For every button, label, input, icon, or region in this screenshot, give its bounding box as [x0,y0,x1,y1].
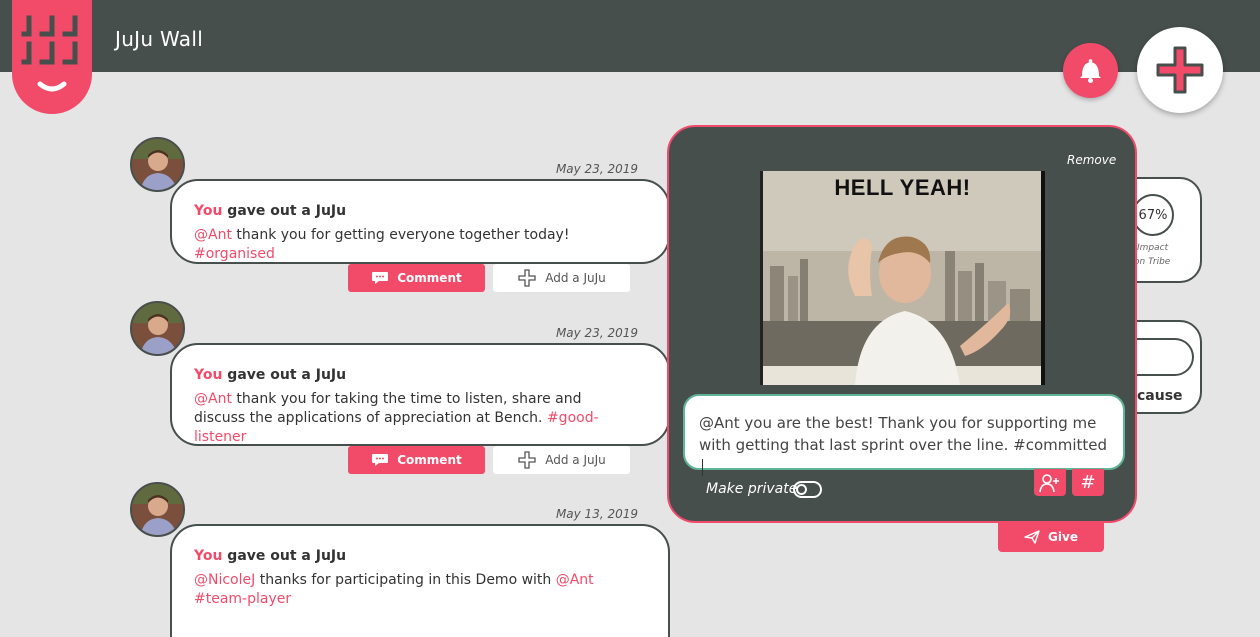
post-date: May 23, 2019 [555,162,638,176]
add-user-icon [1039,473,1059,492]
plus-icon [1156,46,1204,94]
message-input[interactable]: @Ant you are the best! Thank you for sup… [683,394,1125,476]
tribe-label: on Tribe [1134,257,1171,267]
hashtag-link[interactable]: #organised [194,246,275,262]
impact-label: Impact [1137,243,1169,253]
card-message: @Ant thank you for taking the time to li… [194,390,628,447]
feed-card: You gave out a JuJu @NicoleJ thanks for … [170,524,670,637]
impact-percent: 67% [1132,194,1174,236]
gif-scene [760,171,1045,385]
add-user-button[interactable] [1034,469,1066,496]
card-message: @NicoleJ thanks for participating in thi… [194,571,628,609]
gif-caption: HELL YEAH! [834,175,971,200]
mention-link[interactable]: @Ant [556,572,594,588]
mention-link[interactable]: @Ant [194,391,232,407]
add-juju-label: Add a JuJu [545,453,606,467]
avatar[interactable] [130,137,185,192]
user-photo [132,139,183,190]
text-caret [702,459,703,476]
remove-gif-link[interactable]: Remove [1067,153,1116,167]
new-juju-button[interactable] [1137,27,1223,113]
user-photo [132,303,183,354]
make-private-toggle[interactable] [793,481,822,498]
message-text: thank you for taking the time to listen,… [194,391,582,426]
speech-bubble-icon [372,454,389,466]
logo-tab[interactable] [12,0,92,114]
hashtag-button[interactable]: # [1072,469,1104,496]
comment-label: Comment [397,453,462,467]
plus-outline-icon [518,269,536,287]
add-juju-label: Add a JuJu [545,271,606,285]
card-title: You gave out a JuJu [194,203,628,219]
hashtag-link[interactable]: #team-player [194,591,291,607]
speech-bubble-icon [372,272,389,284]
post-date: May 23, 2019 [555,326,638,340]
give-button[interactable]: Give [998,521,1104,552]
comment-button[interactable]: Comment [348,264,485,292]
card-action: gave out a JuJu [222,548,347,564]
card-action: gave out a JuJu [222,367,347,383]
page-title: JuJu Wall [115,27,204,51]
card-action: gave out a JuJu [222,203,347,219]
add-juju-button[interactable]: Add a JuJu [493,264,630,292]
feed-card: You gave out a JuJu @Ant thank you for g… [170,179,670,264]
hashtag-icon: # [1080,472,1096,493]
post-date: May 13, 2019 [555,507,638,521]
avatar[interactable] [130,482,185,537]
card-title: You gave out a JuJu [194,367,628,383]
give-label: Give [1048,529,1078,544]
card-message: @Ant thank you for getting everyone toge… [194,226,628,264]
actor-name[interactable]: You [194,367,222,383]
actor-name[interactable]: You [194,548,222,564]
make-private-label: Make private [706,481,798,497]
comment-button[interactable]: Comment [348,446,485,474]
comment-label: Comment [397,271,462,285]
user-photo [132,484,183,535]
feed-card: You gave out a JuJu @Ant thank you for t… [170,343,670,446]
juju-logo-icon [21,15,78,92]
toggle-knob [796,484,807,495]
avatar[interactable] [130,301,185,356]
gif-image: HELL YEAH! [760,171,1045,385]
bell-icon [1080,59,1101,83]
message-text: thanks for participating in this Demo wi… [255,572,556,588]
notifications-button[interactable] [1063,43,1118,98]
plus-outline-icon [518,451,536,469]
cause-label: cause [1137,388,1183,404]
actor-name[interactable]: You [194,203,222,219]
card-title: You gave out a JuJu [194,548,628,564]
mention-link[interactable]: @NicoleJ [194,572,255,588]
mention-link[interactable]: @Ant [194,227,232,243]
paper-plane-icon [1024,529,1040,544]
message-text: thank you for getting everyone together … [231,227,570,243]
message-text: @Ant you are the best! Thank you for sup… [699,414,1108,454]
add-juju-button[interactable]: Add a JuJu [493,446,630,474]
